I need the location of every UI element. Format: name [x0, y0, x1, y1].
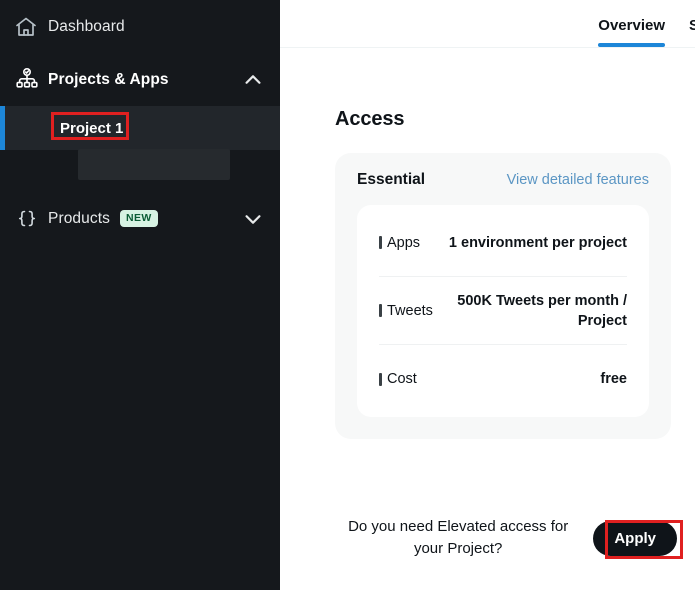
feature-row-apps: Apps 1 environment per project: [379, 209, 627, 277]
sidebar-item-projects-apps[interactable]: Projects & Apps: [0, 53, 280, 106]
sidebar-item-dashboard[interactable]: Dashboard: [0, 0, 280, 53]
bullet-tick-icon: [379, 372, 382, 386]
feature-label-apps-text: Apps: [387, 234, 421, 251]
sidebar-item-label-projects-apps: Projects & Apps: [48, 70, 169, 88]
access-panel-header: Essential View detailed features: [357, 171, 649, 189]
chevron-up-icon[interactable]: [242, 69, 264, 91]
tab-overview-label: Overview: [598, 17, 665, 34]
page-title: Access: [335, 108, 405, 130]
feature-value-cost: free: [600, 371, 627, 387]
sidebar-item-products[interactable]: Products NEW: [0, 192, 280, 245]
status-badge-new: NEW: [119, 210, 158, 227]
app-root: Dashboard Projects & Apps Project 1 Prod…: [0, 0, 695, 590]
view-detailed-features-link[interactable]: View detailed features: [507, 172, 649, 188]
feature-label-cost-text: Cost: [387, 371, 417, 387]
sidebar-item-label-products: Products: [48, 209, 110, 227]
access-panel: Essential View detailed features Apps 1 …: [335, 153, 671, 439]
apply-button[interactable]: Apply: [593, 520, 677, 556]
feature-label-tweets-text: Tweets: [387, 302, 433, 319]
chevron-down-icon[interactable]: [242, 208, 264, 230]
selected-accent-bar: [0, 106, 5, 150]
tab-settings-label: S: [689, 17, 695, 34]
feature-label-tweets: Tweets: [379, 303, 433, 319]
elevated-access-question: Do you need Elevated access for your Pro…: [348, 518, 569, 557]
feature-value-tweets: 500K Tweets per month / Project: [457, 292, 627, 329]
curly-braces-icon: [14, 206, 48, 232]
sidebar-item-label-project-1: Project 1: [60, 119, 124, 137]
features-card: Apps 1 environment per project Tweets 50…: [357, 205, 649, 417]
content-area: Access Essential View detailed features …: [280, 108, 695, 439]
feature-row-cost: Cost free: [379, 345, 627, 413]
feature-label-cost: Cost: [379, 371, 417, 387]
feature-label-apps: Apps: [379, 235, 420, 251]
feature-row-tweets: Tweets 500K Tweets per month / Project: [379, 277, 627, 345]
sidebar: Dashboard Projects & Apps Project 1 Prod…: [0, 0, 280, 590]
sidebar-item-project-1[interactable]: Project 1: [0, 106, 280, 150]
main-content: Overview S Access Essential View detaile…: [280, 0, 695, 590]
sidebar-item-label-dashboard: Dashboard: [48, 17, 125, 35]
bullet-tick-icon: [379, 304, 382, 317]
tab-bar: Overview S: [280, 0, 695, 48]
access-tier-label: Essential: [357, 171, 426, 188]
tab-active-underline: [598, 43, 665, 47]
bullet-tick-icon: [379, 236, 382, 249]
feature-value-apps: 1 environment per project: [448, 234, 627, 251]
elevated-access-section: Do you need Elevated access for your Pro…: [335, 516, 677, 560]
tab-overview[interactable]: Overview: [584, 17, 679, 47]
tab-settings-partial[interactable]: S: [679, 17, 695, 47]
home-icon: [14, 15, 48, 39]
sidebar-loading-placeholder: [78, 149, 230, 180]
org-chart-icon: [14, 67, 48, 93]
